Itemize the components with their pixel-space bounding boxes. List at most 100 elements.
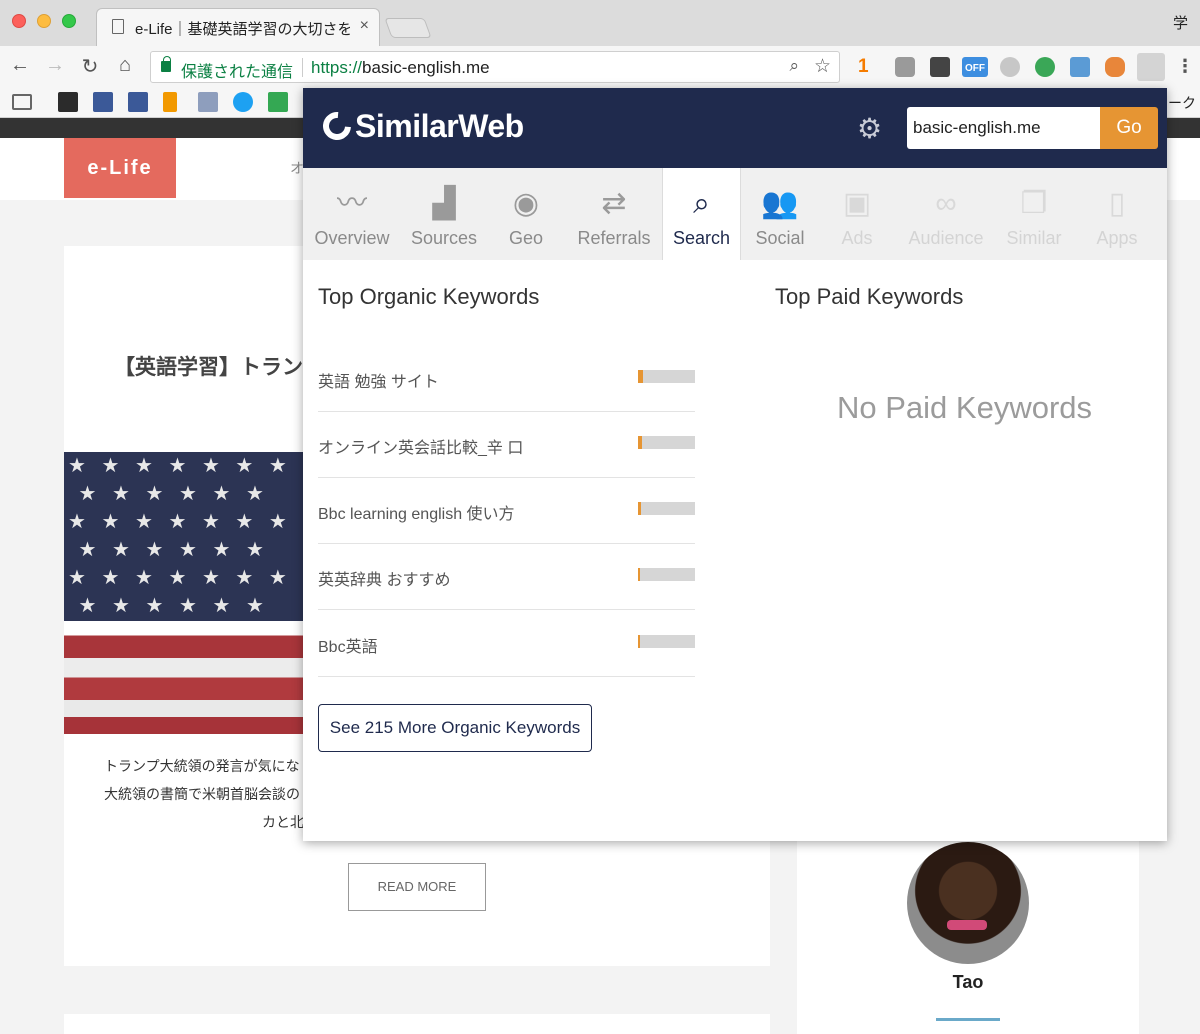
similarweb-logo: SimilarWeb	[317, 106, 524, 146]
tab-label: Social	[755, 228, 805, 248]
tab-similar[interactable]: ❐ Similar	[996, 168, 1072, 260]
tab-title: e-Life｜基礎英語学習の大切さを伝	[135, 21, 350, 38]
similarweb-popup: SimilarWeb ⚙ Go 〰 Overview ▟ Sources ◉ G…	[303, 88, 1167, 841]
calendar-bookmark-icon[interactable]	[198, 92, 218, 112]
maximize-window-button[interactable]	[62, 14, 76, 28]
url-text[interactable]: https://basic-english.me	[311, 58, 490, 78]
tab-sources[interactable]: ▟ Sources	[401, 168, 487, 260]
post-title[interactable]: 【英語学習】トランプ	[114, 351, 304, 381]
browser-menu-icon[interactable]: ⋮	[1176, 56, 1194, 77]
url-scheme: https://	[311, 58, 363, 77]
similarweb-mark-icon	[317, 106, 357, 146]
keyword-share-bar	[638, 568, 695, 581]
avatar-collar	[947, 920, 987, 930]
similarweb-extension-icon[interactable]	[1137, 53, 1165, 81]
keyword-share-fill	[638, 635, 640, 648]
analytics-bookmark-icon[interactable]	[163, 92, 177, 112]
new-tab-button[interactable]	[384, 18, 432, 38]
magnifier-icon: ⌕	[693, 187, 710, 220]
omnibox-divider	[302, 58, 303, 77]
tab-ads[interactable]: ▣ Ads	[826, 168, 888, 260]
keyword-share-fill	[638, 436, 642, 449]
document-icon	[112, 19, 124, 34]
tab-apps[interactable]: ▯ Apps	[1083, 168, 1151, 260]
secure-label: 保護された通信	[181, 64, 294, 81]
tab-label: Apps	[1096, 228, 1138, 248]
minimize-window-button[interactable]	[37, 14, 51, 28]
site-logo[interactable]: e-Life	[64, 138, 176, 198]
bar-growth-icon: ▟	[432, 187, 456, 220]
post-excerpt-line: トランプ大統領の発言が気にな	[104, 758, 300, 774]
author-name[interactable]: Tao	[797, 972, 1139, 993]
tab-close-icon[interactable]: ×	[360, 17, 369, 35]
keyword-row[interactable]: 英語 勉強 サイト	[318, 346, 695, 412]
twitter-bookmark-icon[interactable]	[233, 92, 253, 112]
organic-keywords-title: Top Organic Keywords	[318, 284, 540, 309]
globe-icon: ◉	[512, 187, 540, 220]
tab-label: Similar	[1006, 228, 1062, 248]
camera-extension-icon[interactable]	[895, 57, 915, 77]
facebook-bookmark-icon[interactable]	[128, 92, 148, 112]
zoom-icon[interactable]: ⌕	[789, 56, 799, 76]
keyword-share-bar	[638, 635, 695, 648]
extension-badge-count[interactable]: 1	[858, 56, 869, 78]
tab-audience[interactable]: ∞ Audience	[903, 168, 989, 260]
similarweb-brand: SimilarWeb	[355, 108, 524, 144]
bookmark-tail-label[interactable]: ーク	[1168, 93, 1196, 113]
tab-label: Sources	[410, 228, 478, 248]
calendar-extension-icon[interactable]	[1070, 57, 1090, 77]
tab-search[interactable]: ⌕ Search	[662, 168, 741, 260]
keyword-row[interactable]: 英英辞典 おすすめ	[318, 544, 695, 610]
profile-label[interactable]: 学	[1173, 12, 1188, 33]
forward-icon[interactable]: →	[43, 54, 67, 77]
pulse-icon: 〰	[337, 187, 367, 220]
author-avatar	[907, 842, 1029, 964]
people-icon: 👥	[761, 187, 799, 220]
back-icon[interactable]: ←	[8, 54, 32, 77]
author-widget: Tao	[797, 830, 1139, 1034]
keyword-row[interactable]: Bbc learning english 使い方	[318, 478, 695, 544]
keyword-text: Bbc英語	[318, 639, 378, 656]
browser-tab[interactable]: e-Life｜基礎英語学習の大切さを伝 ×	[96, 8, 380, 46]
tab-social[interactable]: 👥 Social	[746, 168, 814, 260]
tab-label: Ads	[841, 228, 873, 248]
binoculars-icon: ∞	[935, 187, 957, 220]
m-extension-icon[interactable]	[930, 57, 950, 77]
id-extension-icon[interactable]	[1035, 57, 1055, 77]
k-bookmark-icon[interactable]	[58, 92, 78, 112]
home-icon[interactable]: ⌂	[113, 54, 137, 77]
keyword-share-bar	[638, 370, 695, 383]
go-button[interactable]: Go	[1100, 107, 1158, 149]
read-more-button[interactable]: READ MORE	[348, 863, 486, 911]
post-excerpt-line: カと北	[262, 814, 304, 830]
tab-overview[interactable]: 〰 Overview	[305, 168, 399, 260]
drive-bookmark-icon[interactable]	[268, 92, 288, 112]
domain-search-input[interactable]	[907, 107, 1100, 149]
reload-icon[interactable]: ↻	[78, 54, 102, 79]
keyword-text: オンライン英会話比較_辛 口	[318, 440, 524, 457]
settings-gear-icon[interactable]: ⚙	[857, 112, 882, 145]
off-extension-icon[interactable]: OFF	[962, 57, 988, 77]
windows-icon: ❐	[1020, 187, 1048, 220]
keyword-row[interactable]: Bbc英語	[318, 611, 695, 677]
keyword-share-bar	[638, 436, 695, 449]
address-bar[interactable]: 保護された通信 https://basic-english.me ⌕ ☆	[150, 51, 840, 83]
close-window-button[interactable]	[12, 14, 26, 28]
post-thumbnail[interactable]: ★ ★ ★ ★ ★ ★ ★ ★ ★ ★ ★ ★ ★ ★ ★ ★ ★ ★ ★ ★ …	[64, 452, 304, 734]
post-excerpt-line: 大統領の書簡で米朝首脳会談の	[104, 786, 300, 802]
keyword-row[interactable]: オンライン英会話比較_辛 口	[318, 412, 695, 478]
popup-header: SimilarWeb ⚙ Go	[303, 88, 1167, 168]
site-nav-item[interactable]: オ	[290, 158, 304, 178]
more-organic-keywords-button[interactable]: See 215 More Organic Keywords	[318, 704, 592, 752]
bookmark-star-icon[interactable]: ☆	[814, 55, 831, 78]
folder-icon[interactable]	[12, 94, 32, 110]
tab-referrals[interactable]: ⇄ Referrals	[571, 168, 657, 260]
arrows-icon: ⇄	[601, 187, 627, 220]
fox-extension-icon[interactable]	[1105, 57, 1125, 77]
facebook-bookmark-icon[interactable]	[93, 92, 113, 112]
tab-label: Audience	[908, 228, 984, 248]
lock-icon	[161, 56, 171, 72]
author-underline	[936, 1018, 1000, 1021]
tab-geo[interactable]: ◉ Geo	[491, 168, 561, 260]
link-extension-icon[interactable]	[1000, 57, 1020, 77]
